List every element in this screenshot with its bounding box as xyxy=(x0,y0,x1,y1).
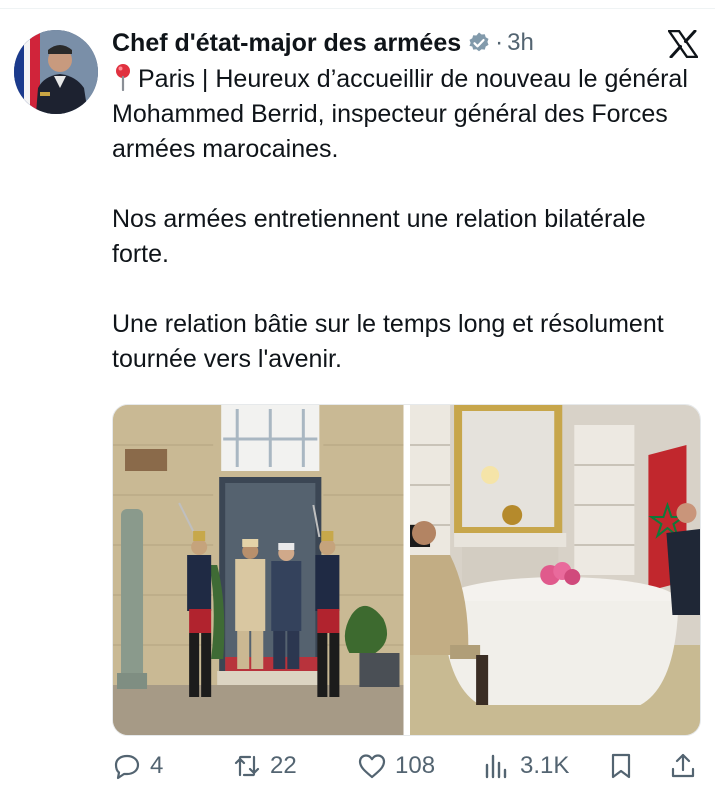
like-count: 108 xyxy=(395,752,436,779)
round-pushpin-icon xyxy=(112,63,134,92)
views-count: 3.1K xyxy=(520,752,570,779)
like-button[interactable]: 108 xyxy=(357,746,435,786)
x-logo-icon[interactable] xyxy=(667,29,699,59)
tweet-actions: 4 22 108 3.1K xyxy=(112,746,702,786)
avatar[interactable] xyxy=(14,30,98,114)
tweet-text: Paris | Heureux d’accueillir de nouveau … xyxy=(112,62,702,377)
author-name[interactable]: Chef d'état-major des armées xyxy=(112,29,461,58)
location-text[interactable]: Paris xyxy=(138,65,195,93)
tweet-paragraph-3: Une relation bâtie sur le temps long et … xyxy=(112,310,664,373)
bookmark-button[interactable] xyxy=(606,746,644,786)
honor-guard-entrance-photo[interactable] xyxy=(113,405,404,735)
repost-icon xyxy=(234,755,260,777)
share-icon xyxy=(671,753,695,778)
repost-count: 22 xyxy=(270,752,297,779)
media-grid xyxy=(112,404,701,736)
tweet-paragraph-1: Paris | Heureux d’accueillir de nouveau … xyxy=(112,62,702,167)
share-button[interactable] xyxy=(668,746,706,786)
reply-button[interactable]: 4 xyxy=(112,746,163,786)
top-divider xyxy=(0,8,715,9)
reply-icon xyxy=(114,754,140,780)
bookmark-icon xyxy=(611,753,631,779)
reply-count: 4 xyxy=(150,752,164,779)
heart-icon xyxy=(358,754,386,779)
header-separator: · xyxy=(495,29,504,56)
views-chart-icon xyxy=(485,754,507,779)
dining-room-meeting-photo[interactable] xyxy=(409,405,700,735)
views-button[interactable]: 3.1K xyxy=(482,746,569,786)
timestamp[interactable]: 3h xyxy=(507,29,534,57)
repost-button[interactable]: 22 xyxy=(232,746,297,786)
tweet-header: Chef d'état-major des armées · 3h xyxy=(112,26,534,60)
verified-badge-icon[interactable] xyxy=(467,31,491,55)
tweet-paragraph-2: Nos armées entretiennent une relation bi… xyxy=(112,205,646,268)
tweet-paragraph-1-rest: | Heureux d’accueillir de nouveau le gén… xyxy=(112,65,688,163)
